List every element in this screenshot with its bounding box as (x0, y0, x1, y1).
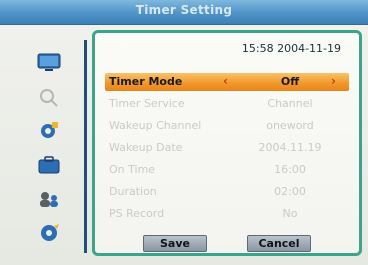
row-label: On Time (109, 163, 156, 176)
row-wakeup-date[interactable]: Wakeup Date 2004.11.19 (105, 139, 349, 157)
save-button[interactable]: Save (143, 235, 207, 252)
row-value: 02:00 (274, 185, 306, 198)
window-title: Timer Setting (135, 3, 233, 17)
row-value: 2004.11.19 (258, 141, 322, 154)
row-value: oneword (266, 119, 314, 132)
chevron-right-icon[interactable]: › (331, 74, 336, 88)
sidebar (14, 40, 88, 255)
row-wakeup-channel[interactable]: Wakeup Channel oneword (105, 117, 349, 135)
row-value: 16:00 (274, 163, 306, 176)
briefcase-icon[interactable] (36, 154, 62, 176)
timer-settings-panel: 15:58 2004-11-19 Timer Mode ‹ Off › Time… (92, 30, 362, 256)
row-label: Wakeup Date (109, 141, 183, 154)
row-label: PS Record (109, 207, 165, 220)
row-ps-record[interactable]: PS Record No (105, 205, 349, 223)
row-timer-service[interactable]: Timer Service Channel (105, 95, 349, 113)
row-label: Wakeup Channel (109, 119, 202, 132)
row-value: Channel (267, 97, 313, 110)
tv-icon[interactable] (36, 52, 62, 74)
date-time: 15:58 2004-11-19 (241, 42, 341, 55)
timer-setting-screen: Timer Setting 15:58 2004-11-19 Timer Mod… (0, 0, 368, 265)
search-icon[interactable] (36, 86, 62, 108)
row-on-time[interactable]: On Time 16:00 (105, 161, 349, 179)
row-value: No (282, 207, 298, 220)
sidebar-divider (84, 40, 87, 253)
chevron-left-icon[interactable]: ‹ (223, 74, 228, 88)
settings-icon[interactable] (36, 120, 62, 142)
row-duration[interactable]: Duration 02:00 (105, 183, 349, 201)
row-label: Timer Mode (109, 75, 183, 88)
row-value: Off (280, 75, 300, 88)
cancel-button[interactable]: Cancel (247, 235, 311, 252)
users-icon[interactable] (36, 188, 62, 210)
media-icon[interactable] (36, 222, 62, 244)
row-label: Duration (109, 185, 157, 198)
row-label: Timer Service (109, 97, 185, 110)
title-bar: Timer Setting (0, 0, 368, 25)
row-timer-mode[interactable]: Timer Mode ‹ Off › (105, 73, 349, 91)
